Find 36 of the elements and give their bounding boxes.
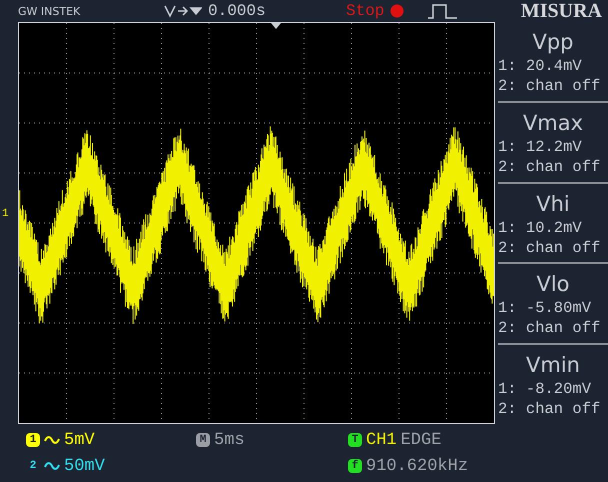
trigger-source: CH1 <box>366 430 397 450</box>
channel-number: 2 <box>28 459 38 473</box>
trigger-type: EDGE <box>400 430 442 450</box>
delay-readout: 0.000s <box>208 2 267 20</box>
run-state: Stop <box>346 2 384 20</box>
measurement-value: 1: -5.80mV <box>498 298 592 318</box>
measure-label: MISURA <box>520 0 602 22</box>
measurement-value: 2: chan off <box>498 318 602 338</box>
ac-coupling-icon <box>44 461 60 471</box>
measurement-value: 1: 10.2mV <box>498 218 583 238</box>
measurement-value: 1: 20.4mV <box>498 56 583 76</box>
channel-marker: 1 <box>2 208 9 220</box>
trigger-badge: T <box>348 433 362 447</box>
pulse-waveform-icon <box>428 3 458 19</box>
frequency-badge: f <box>348 459 362 473</box>
frequency-readout: 910.620kHz <box>366 456 468 476</box>
stop-dot-icon <box>390 4 404 18</box>
measurement-value: 1: 12.2mV <box>498 136 583 157</box>
timebase-icon <box>164 4 202 18</box>
measurement-name: Vhi <box>535 190 571 218</box>
volts-per-div: 50mV <box>64 456 105 476</box>
measurement-name: Vmax <box>522 110 584 137</box>
measurement-value: 2: chan off <box>498 399 602 420</box>
measurement-value: 1: -8.20mV <box>498 379 592 400</box>
volts-per-div: 5mV <box>64 430 95 450</box>
measurement-value: 2: chan off <box>498 238 602 258</box>
measurement-value: 2: chan off <box>498 156 602 177</box>
measurement-name: Vmin <box>525 352 581 380</box>
time-per-div: 5ms <box>214 430 245 450</box>
measurement-name: Vlo <box>535 271 571 298</box>
measurement-value: 2: chan off <box>498 76 602 96</box>
brand-logo: GW INSTEK <box>18 4 82 18</box>
measurement-name: Vpp <box>531 29 575 56</box>
timebase-badge: M <box>196 433 210 447</box>
ac-coupling-icon <box>44 435 60 445</box>
channel-number: 1 <box>26 433 40 447</box>
